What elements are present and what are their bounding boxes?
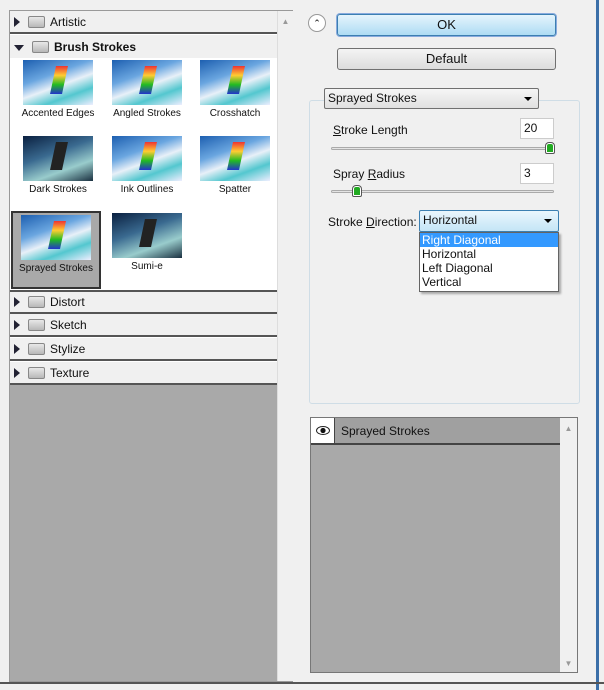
- expand-icon[interactable]: [14, 367, 20, 378]
- stroke-direction-select[interactable]: Horizontal: [419, 210, 559, 232]
- category-stylize[interactable]: Stylize: [10, 338, 277, 361]
- filter-thumbnail: [112, 213, 182, 258]
- filter-thumbnail: [112, 136, 182, 181]
- filter-list: Artistic Brush Strokes Accented Edges An…: [10, 11, 277, 681]
- spray-radius-input[interactable]: 3: [520, 163, 554, 184]
- window-border: [596, 0, 599, 690]
- folder-open-icon: [32, 40, 49, 53]
- filter-gallery-panel: Artistic Brush Strokes Accented Edges An…: [9, 10, 293, 682]
- effect-layers-panel: Sprayed Strokes ▲ ▼: [310, 417, 578, 673]
- option-left-diagonal[interactable]: Left Diagonal: [420, 261, 558, 275]
- eye-icon[interactable]: [311, 418, 335, 443]
- filter-thumbnail: [21, 215, 91, 260]
- expand-icon[interactable]: [14, 343, 20, 354]
- filter-crosshatch[interactable]: Crosshatch: [191, 58, 279, 134]
- stroke-length-slider[interactable]: [331, 147, 554, 150]
- category-artistic[interactable]: Artistic: [10, 11, 277, 34]
- stroke-length-slider-thumb[interactable]: [546, 143, 554, 153]
- stroke-length-label: Stroke Length: [333, 123, 408, 137]
- spray-radius-slider-thumb[interactable]: [353, 186, 362, 196]
- default-button[interactable]: Default: [337, 48, 556, 70]
- filter-thumbnail: [112, 60, 182, 105]
- scroll-up-icon[interactable]: ▲: [560, 424, 577, 433]
- filter-select[interactable]: Sprayed Strokes: [324, 88, 539, 109]
- filter-sprayed-strokes[interactable]: Sprayed Strokes: [11, 211, 101, 289]
- option-right-diagonal[interactable]: Right Diagonal: [420, 233, 558, 247]
- dropdown-arrow-icon: [524, 97, 532, 101]
- filter-thumbnail: [200, 136, 270, 181]
- filter-thumbnail: [23, 136, 93, 181]
- collapse-gallery-button[interactable]: ⌃: [308, 14, 326, 32]
- folder-icon: [28, 342, 45, 355]
- filter-angled-strokes[interactable]: Angled Strokes: [103, 58, 191, 134]
- category-distort[interactable]: Distort: [10, 290, 277, 314]
- stroke-length-input[interactable]: 20: [520, 118, 554, 139]
- scroll-up-icon[interactable]: ▲: [278, 17, 293, 26]
- filter-dark-strokes[interactable]: Dark Strokes: [14, 134, 102, 210]
- folder-icon: [28, 366, 45, 379]
- stroke-direction-options: Right Diagonal Horizontal Left Diagonal …: [419, 232, 559, 292]
- filter-thumbnail: [23, 60, 93, 105]
- double-chevron-up-icon: ⌃: [313, 18, 321, 28]
- filter-ink-outlines[interactable]: Ink Outlines: [103, 134, 191, 210]
- expand-icon[interactable]: [14, 297, 20, 307]
- expand-icon[interactable]: [14, 16, 20, 27]
- folder-icon: [28, 296, 45, 308]
- category-sketch[interactable]: Sketch: [10, 314, 277, 337]
- category-texture[interactable]: Texture: [10, 362, 277, 385]
- ok-button[interactable]: OK: [337, 14, 556, 36]
- effect-layer-row[interactable]: Sprayed Strokes: [311, 418, 560, 445]
- filter-list-scrollbar[interactable]: ▲: [277, 11, 293, 681]
- filter-spatter[interactable]: Spatter: [191, 134, 279, 210]
- window-border-bottom: [0, 682, 604, 684]
- dropdown-arrow-icon: [544, 219, 552, 223]
- collapse-icon[interactable]: [14, 44, 24, 51]
- expand-icon[interactable]: [14, 319, 20, 330]
- option-horizontal[interactable]: Horizontal: [420, 247, 558, 261]
- empty-area: [10, 385, 277, 681]
- folder-icon: [28, 318, 45, 331]
- category-brush-strokes[interactable]: Brush Strokes: [10, 35, 277, 58]
- scroll-down-icon[interactable]: ▼: [560, 659, 577, 668]
- filter-thumbnail: [200, 60, 270, 105]
- spray-radius-slider[interactable]: [331, 190, 554, 193]
- layers-scrollbar[interactable]: ▲ ▼: [560, 418, 577, 672]
- option-vertical[interactable]: Vertical: [420, 275, 558, 289]
- spray-radius-label: Spray Radius: [333, 167, 406, 181]
- filter-sumi-e[interactable]: Sumi-e: [103, 211, 191, 287]
- filter-accented-edges[interactable]: Accented Edges: [14, 58, 102, 134]
- stroke-direction-label: Stroke Direction:: [328, 215, 417, 229]
- folder-icon: [28, 15, 45, 28]
